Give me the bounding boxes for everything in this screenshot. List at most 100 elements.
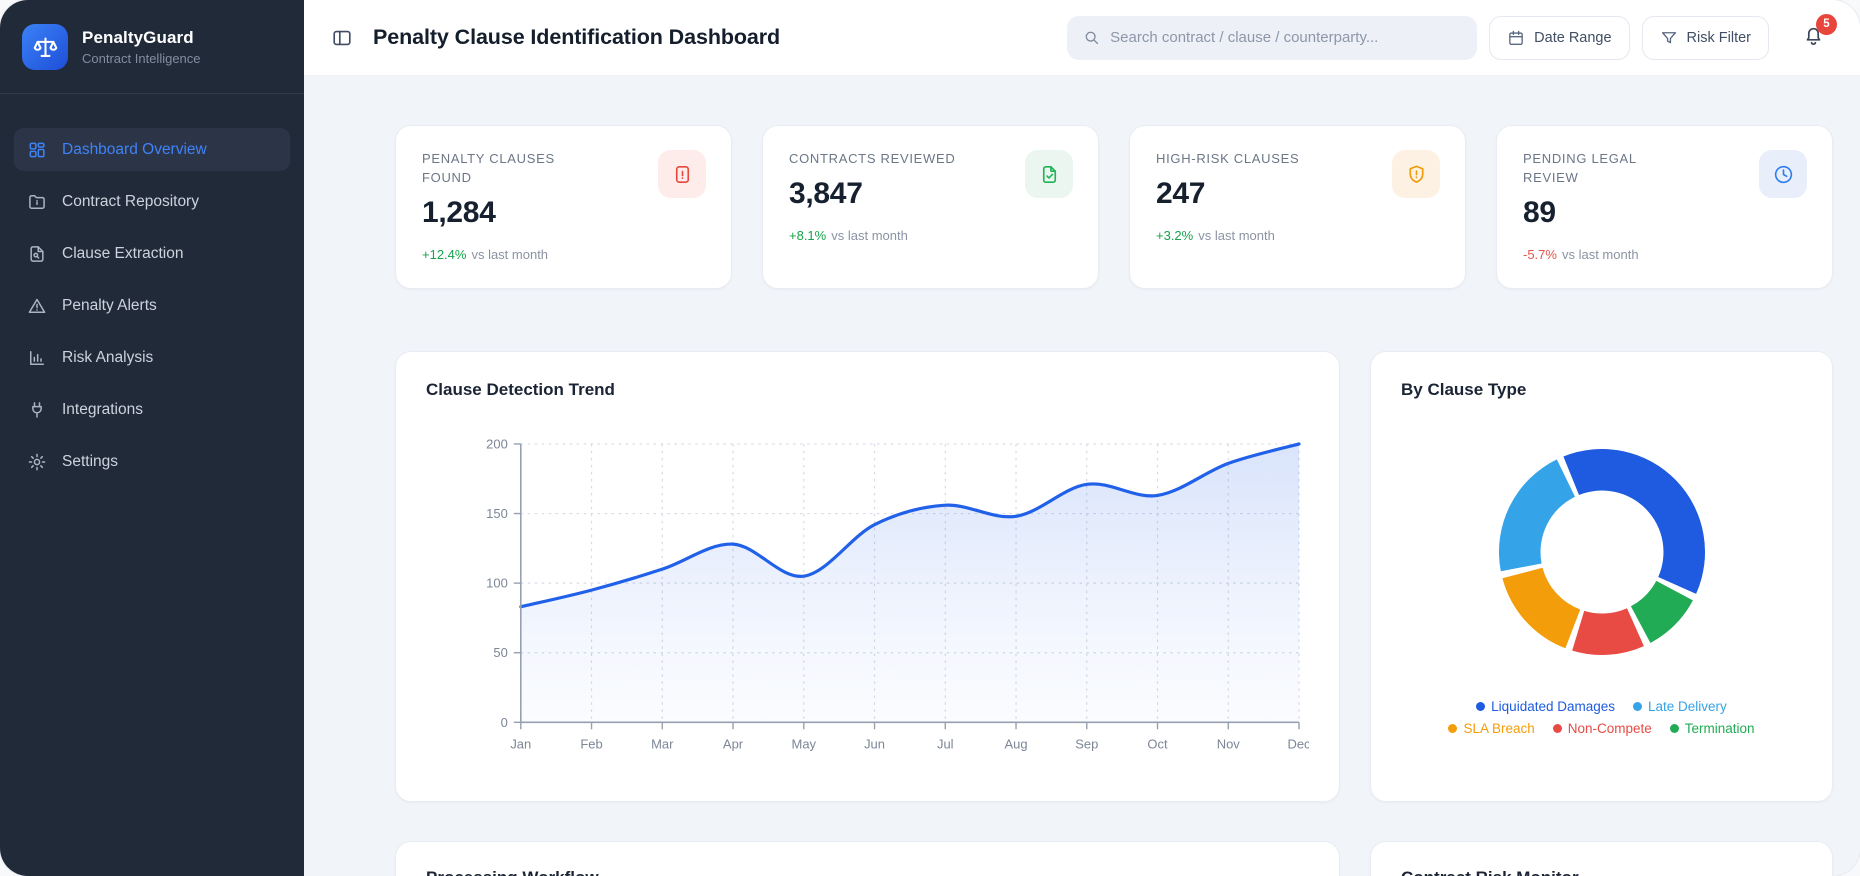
stat-delta-note: vs last month bbox=[1198, 227, 1275, 243]
sidebar-item-label: Contract Repository bbox=[62, 192, 199, 210]
stat-label: CONTRACTS REVIEWED bbox=[789, 151, 956, 166]
date-range-button[interactable]: Date Range bbox=[1489, 15, 1630, 60]
svg-text:Jun: Jun bbox=[864, 736, 885, 751]
svg-text:200: 200 bbox=[486, 436, 508, 451]
stat-delta-note: vs last month bbox=[831, 227, 908, 243]
legend-item-termination: Termination bbox=[1669, 721, 1755, 736]
svg-text:100: 100 bbox=[486, 576, 508, 591]
stat-delta: -5.7% vs last month bbox=[1523, 247, 1806, 262]
contract-risk-monitor-card: Contract Risk Monitor bbox=[1370, 841, 1833, 876]
by-clause-type-card: By Clause Type Liquidated Damages Late De… bbox=[1370, 351, 1833, 802]
search-input[interactable] bbox=[1110, 29, 1464, 46]
bottom-row: Processing Workflow Contract Risk Monitor bbox=[395, 841, 1833, 876]
stats-row: PENALTY CLAUSES FOUND 1,284 +12.4% vs last … bbox=[395, 125, 1833, 289]
legend-label: SLA Breach bbox=[1463, 721, 1535, 736]
svg-text:Feb: Feb bbox=[580, 736, 602, 751]
risk-filter-label: Risk Filter bbox=[1686, 29, 1751, 46]
legend-label: Liquidated Damages bbox=[1491, 699, 1616, 714]
svg-text:Sep: Sep bbox=[1075, 736, 1098, 751]
svg-text:Mar: Mar bbox=[651, 736, 674, 751]
sidebar-item-dashboard-overview[interactable]: Dashboard Overview bbox=[14, 128, 290, 171]
svg-text:May: May bbox=[792, 736, 817, 751]
stat-delta: +3.2% vs last month bbox=[1156, 228, 1439, 243]
svg-text:Apr: Apr bbox=[723, 736, 744, 751]
sidebar-divider bbox=[0, 93, 304, 94]
trend-chart-title: Clause Detection Trend bbox=[426, 380, 615, 399]
document-search-icon bbox=[27, 244, 47, 264]
clock-icon bbox=[1759, 150, 1807, 198]
sidebar-item-contract-repository[interactable]: Contract Repository bbox=[14, 180, 290, 223]
legend-label: Termination bbox=[1684, 721, 1755, 736]
processing-workflow-card: Processing Workflow bbox=[395, 841, 1340, 876]
search-icon bbox=[1083, 29, 1100, 46]
svg-text:Jan: Jan bbox=[510, 736, 531, 751]
sidebar-item-clause-extraction[interactable]: Clause Extraction bbox=[14, 232, 290, 275]
search-box[interactable] bbox=[1067, 15, 1478, 60]
svg-text:Nov: Nov bbox=[1217, 736, 1241, 751]
sidebar-item-label: Penalty Alerts bbox=[62, 296, 157, 314]
stat-delta-note: vs last month bbox=[1561, 246, 1639, 262]
calendar-icon bbox=[1507, 29, 1525, 47]
svg-text:0: 0 bbox=[501, 715, 508, 730]
header: Penalty Clause Identification Dashboard … bbox=[304, 0, 1860, 76]
svg-text:Jul: Jul bbox=[937, 736, 954, 751]
donut-chart-title: By Clause Type bbox=[1401, 380, 1527, 399]
stat-value: 1,284 bbox=[422, 195, 496, 229]
legend-row: SLA Breach Non-Compete Termination bbox=[1448, 721, 1755, 736]
brand: PenaltyGuard Contract Intelligence bbox=[0, 0, 304, 93]
page-title: Penalty Clause Identification Dashboard bbox=[373, 25, 781, 49]
main-area: Penalty Clause Identification Dashboard … bbox=[304, 0, 1860, 876]
donut-legend: Liquidated Damages Late Delivery SLA Breac… bbox=[1401, 699, 1802, 736]
donut-chart-svg bbox=[1498, 448, 1705, 656]
stat-card-pending-legal-review: PENDING LEGAL REVIEW 89 -5.7% vs last month bbox=[1496, 125, 1833, 289]
stat-delta: +12.4% vs last month bbox=[422, 247, 705, 262]
legend-label: Non-Compete bbox=[1567, 721, 1652, 736]
date-range-label: Date Range bbox=[1534, 29, 1612, 46]
legend-item-non-compete: Non-Compete bbox=[1552, 721, 1652, 736]
risk-filter-button[interactable]: Risk Filter bbox=[1641, 15, 1769, 60]
legend-dot-icon bbox=[1633, 702, 1643, 711]
stat-card-high-risk-clauses: HIGH-RISK CLAUSES 247 +3.2% vs last month bbox=[1129, 125, 1466, 289]
legend-item-sla-breach: SLA Breach bbox=[1448, 721, 1535, 736]
sidebar-item-integrations[interactable]: Integrations bbox=[14, 388, 290, 431]
sidebar-item-settings[interactable]: Settings bbox=[14, 440, 290, 483]
legend-label: Late Delivery bbox=[1648, 699, 1727, 714]
charts-row: Clause Detection Trend 0 50 100 150 200 Jan Fe… bbox=[395, 351, 1833, 802]
notifications-button[interactable]: 5 bbox=[1796, 13, 1837, 55]
document-alert-icon bbox=[658, 150, 706, 198]
legend-dot-icon bbox=[1476, 702, 1486, 711]
stat-label: PENALTY CLAUSES FOUND bbox=[422, 151, 555, 185]
legend-dot-icon bbox=[1669, 724, 1679, 733]
stat-delta: +8.1% vs last month bbox=[789, 228, 1072, 243]
warning-triangle-icon bbox=[27, 296, 47, 316]
svg-text:Dec: Dec bbox=[1287, 736, 1309, 751]
sidebar-item-risk-analysis[interactable]: Risk Analysis bbox=[14, 336, 290, 379]
app-frame: PenaltyGuard Contract Intelligence Dashb… bbox=[0, 0, 1860, 876]
trend-chart-svg: 0 50 100 150 200 Jan Feb Mar Apr May Jun Jul Aug Sep O… bbox=[486, 436, 1309, 751]
legend-item-late-delivery: Late Delivery bbox=[1633, 699, 1727, 714]
sidebar-item-label: Dashboard Overview bbox=[62, 140, 207, 158]
stat-delta-value: -5.7% bbox=[1523, 246, 1557, 262]
sidebar-item-penalty-alerts[interactable]: Penalty Alerts bbox=[14, 284, 290, 327]
svg-text:50: 50 bbox=[493, 645, 507, 660]
svg-text:150: 150 bbox=[486, 506, 508, 521]
shield-alert-icon bbox=[1392, 150, 1440, 198]
dashboard-content: PENALTY CLAUSES FOUND 1,284 +12.4% vs last … bbox=[304, 76, 1860, 876]
legend-row: Liquidated Damages Late Delivery bbox=[1476, 699, 1727, 714]
bottom-card-title: Contract Risk Monitor bbox=[1401, 868, 1802, 876]
sidebar-toggle-button[interactable] bbox=[331, 27, 353, 49]
document-check-icon bbox=[1025, 150, 1073, 198]
header-actions: Date Range Risk Filter 5 bbox=[1067, 13, 1837, 60]
donut-segment-liquidated-damages bbox=[1562, 448, 1705, 594]
legend-dot-icon bbox=[1448, 724, 1458, 733]
svg-text:Oct: Oct bbox=[1147, 736, 1168, 751]
legend-item-liquidated-damages: Liquidated Damages bbox=[1476, 699, 1615, 714]
stat-value: 89 bbox=[1523, 195, 1556, 229]
bottom-card-title: Processing Workflow bbox=[426, 868, 1309, 876]
bar-chart-icon bbox=[27, 348, 47, 368]
stat-delta-value: +3.2% bbox=[1156, 227, 1194, 243]
stat-card-penalty-clauses-found: PENALTY CLAUSES FOUND 1,284 +12.4% vs last … bbox=[395, 125, 732, 289]
brand-name: PenaltyGuard bbox=[82, 28, 194, 47]
brand-text: PenaltyGuard Contract Intelligence bbox=[82, 28, 201, 66]
stat-delta-value: +8.1% bbox=[789, 227, 827, 243]
